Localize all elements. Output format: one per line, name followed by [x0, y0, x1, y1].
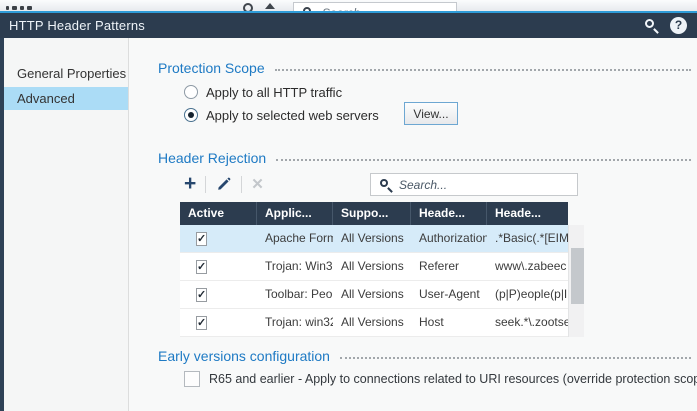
option-apply-selected-servers[interactable]: Apply to selected web servers: [184, 105, 379, 125]
dotted-divider: [339, 357, 691, 359]
column-header-header-name[interactable]: Heade...: [411, 202, 487, 225]
search-icon: [380, 179, 388, 187]
section-early-versions: Early versions configuration: [158, 347, 691, 365]
cell-header-value: www\.zabeec: [495, 259, 567, 273]
edit-icon[interactable]: [215, 176, 232, 193]
table-row[interactable]: ✓ Apache Form All Versions Authorization…: [180, 225, 568, 253]
radio-apply-all-http[interactable]: [184, 85, 198, 99]
active-checkbox[interactable]: ✓: [196, 316, 208, 330]
dotted-divider: [276, 159, 691, 161]
background-search-field[interactable]: Search...: [293, 2, 457, 13]
section-title: Early versions configuration: [158, 348, 330, 364]
cell-header-value: .*Basic(.*[EIM: [495, 231, 568, 245]
help-icon[interactable]: ?: [670, 17, 687, 34]
up-arrow-icon[interactable]: [265, 3, 275, 9]
cell-support: All Versions: [341, 259, 404, 273]
cell-application: Apache Form: [265, 231, 333, 245]
section-header-rejection: Header Rejection: [158, 149, 691, 167]
table-row[interactable]: ✓ Trojan: Win32 All Versions Referer www…: [180, 253, 568, 281]
column-header-active[interactable]: Active: [180, 202, 257, 225]
radio-apply-selected-servers[interactable]: [184, 108, 198, 122]
search-lens: [645, 19, 654, 28]
dialog-body: General Properties Advanced Protection S…: [0, 38, 697, 411]
toolbar-separator: [241, 175, 243, 193]
background-window-strip: Search...: [0, 0, 697, 13]
dialog-title: HTTP Header Patterns: [9, 18, 145, 33]
radio-label[interactable]: Apply to selected web servers: [206, 108, 379, 123]
table-row[interactable]: ✓ Toolbar: Peop All Versions User-Agent …: [180, 281, 568, 309]
cell-header-name: Authorization: [419, 231, 487, 245]
r65-checkbox[interactable]: [184, 371, 200, 387]
active-checkbox[interactable]: ✓: [196, 260, 208, 274]
cell-application: Toolbar: Peop: [265, 287, 333, 301]
dotted-divider: [274, 69, 691, 71]
dialog-titlebar: HTTP Header Patterns ?: [0, 13, 697, 38]
cell-application: Trojan: win32: [265, 315, 333, 329]
sidebar: General Properties Advanced: [4, 38, 129, 411]
search-icon-stem: [387, 187, 393, 193]
table-search-field[interactable]: [370, 173, 578, 196]
cell-application: Trojan: Win32: [265, 259, 333, 273]
clipped-text-fragment: [6, 6, 9, 10]
cell-header-value: seek.*\.zootse: [495, 315, 568, 329]
cell-support: All Versions: [341, 287, 404, 301]
add-icon[interactable]: +: [184, 173, 196, 195]
search-stem: [653, 28, 659, 34]
checkbox-label[interactable]: R65 and earlier - Apply to connections r…: [209, 372, 697, 386]
sidebar-item-general-properties[interactable]: General Properties: [4, 62, 128, 85]
header-rejection-table: Active Applic... Suppo... Heade... Heade…: [180, 202, 584, 337]
cell-header-name: Referer: [419, 259, 460, 273]
section-title: Protection Scope: [158, 60, 265, 76]
cell-support: All Versions: [341, 231, 404, 245]
background-search-placeholder: Search...: [322, 6, 371, 13]
search-input[interactable]: [399, 175, 574, 194]
clipped-text-fragment: [20, 6, 24, 10]
vertical-scrollbar[interactable]: [568, 225, 584, 337]
column-header-support[interactable]: Suppo...: [333, 202, 411, 225]
option-apply-all-http[interactable]: Apply to all HTTP traffic: [184, 82, 342, 102]
early-versions-option[interactable]: R65 and earlier - Apply to connections r…: [184, 369, 697, 389]
active-checkbox[interactable]: ✓: [196, 232, 208, 246]
sidebar-item-advanced[interactable]: Advanced: [4, 87, 128, 110]
cell-header-value: (p|P)eople(p|I: [495, 287, 568, 301]
search-icon[interactable]: [643, 17, 661, 35]
section-protection-scope: Protection Scope: [158, 59, 691, 77]
table-header-row: Active Applic... Suppo... Heade... Heade…: [180, 202, 568, 225]
header-rejection-toolbar: + ✕: [184, 172, 264, 196]
table-row[interactable]: ✓ Trojan: win32 All Versions Host seek.*…: [180, 309, 568, 337]
active-checkbox[interactable]: ✓: [196, 288, 208, 302]
toolbar-separator: [205, 175, 207, 193]
cell-header-name: Host: [419, 315, 444, 329]
gear-icon[interactable]: [243, 3, 253, 11]
delete-icon[interactable]: ✕: [251, 175, 264, 193]
radio-label[interactable]: Apply to all HTTP traffic: [206, 85, 342, 100]
view-button[interactable]: View...: [404, 102, 458, 125]
column-header-header-value[interactable]: Heade...: [487, 202, 568, 225]
clipped-text-fragment: [27, 6, 32, 10]
column-header-application[interactable]: Applic...: [257, 202, 333, 225]
cell-header-name: User-Agent: [419, 287, 480, 301]
scrollbar-thumb[interactable]: [571, 248, 584, 304]
section-title: Header Rejection: [158, 150, 267, 166]
clipped-text-fragment: [12, 6, 17, 10]
cell-support: All Versions: [341, 315, 404, 329]
